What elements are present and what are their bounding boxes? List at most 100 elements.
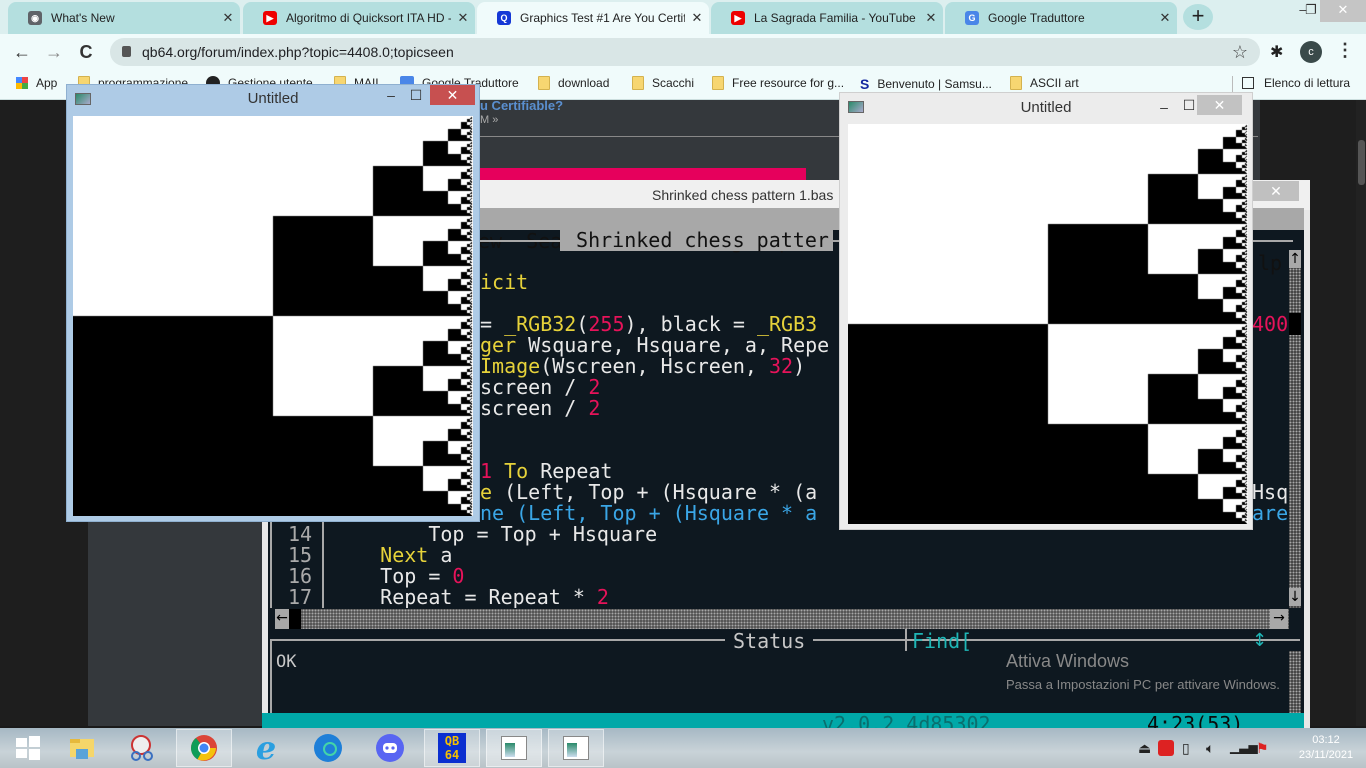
scroll-down-arrow[interactable]: ↓ (1289, 588, 1301, 606)
scroll-right-arrow[interactable]: → (1270, 609, 1288, 629)
code-token: screen / (480, 396, 589, 420)
bookmark-star-icon[interactable]: ☆ (1232, 38, 1248, 66)
qb64-icon: Q (497, 11, 511, 25)
reading-list-icon (1242, 77, 1254, 89)
line-number: 15 (288, 543, 313, 567)
editor-horizontal-scrollbar[interactable] (275, 609, 1289, 629)
maximize-button[interactable]: ☐ (407, 85, 425, 105)
code-fragment-right: Hsq (1252, 480, 1289, 504)
output-window-2: Untitled – ☐ ✕ (839, 92, 1253, 530)
forward-button[interactable]: → (42, 40, 66, 64)
bookmark-item[interactable]: Free resource for g... (712, 76, 844, 90)
taskbar-file-explorer[interactable] (54, 729, 110, 767)
extensions-puzzle-icon[interactable]: ✱ (1270, 42, 1283, 62)
status-left-border (270, 641, 272, 713)
tab-close-icon[interactable]: ✕ (1153, 10, 1177, 26)
tray-usb-icon[interactable]: ⏏ (1138, 740, 1151, 757)
tab-close-icon[interactable]: ✕ (685, 10, 709, 26)
find-history-arrow-icon[interactable]: ↕ (1252, 630, 1267, 651)
status-label: Status (725, 629, 814, 653)
bookmark-label: download (558, 76, 610, 90)
scroll-up-arrow[interactable]: ↑ (1289, 250, 1301, 268)
scissors-icon (131, 735, 153, 761)
forum-breadcrumb[interactable]: M » (480, 114, 498, 126)
tab-title: Google Traduttore (988, 11, 1085, 25)
bookmark-item[interactable]: App (16, 76, 57, 90)
tray-network-signal-icon[interactable]: ▁▃▅ (1230, 740, 1258, 754)
tab-title: Graphics Test #1 Are You Certifia (520, 11, 685, 25)
browser-close-button[interactable]: ✕ (1320, 0, 1366, 22)
minimize-button[interactable]: – (383, 85, 399, 105)
new-tab-button[interactable]: + (1183, 4, 1213, 30)
taskbar-snipping-tool[interactable] (114, 729, 170, 767)
samsung-s-icon: S (860, 76, 870, 92)
tray-volume-icon[interactable]: 🔈︎ (1206, 740, 1214, 757)
start-button[interactable] (0, 729, 56, 767)
reload-button[interactable]: C (74, 40, 98, 64)
qb64-close-button[interactable]: ✕ (1253, 181, 1299, 201)
browser-menu-button[interactable]: ⋮ (1336, 40, 1354, 61)
folder-icon (538, 76, 550, 90)
tab-close-icon[interactable]: ✕ (216, 10, 240, 26)
browser-tab[interactable]: Q Graphics Test #1 Are You Certifia ✕ (477, 2, 709, 34)
bookmark-item[interactable]: Scacchi (632, 76, 694, 90)
taskbar-internet-explorer[interactable]: e (238, 729, 294, 767)
editor-vertical-scrollbar[interactable] (1289, 250, 1301, 608)
find-field[interactable]: Find[ (912, 629, 972, 653)
chess-pattern-canvas (73, 116, 473, 516)
address-bar[interactable]: qb64.org/forum/index.php?topic=4408.0;to… (110, 38, 1260, 66)
code-token: Repeat = Repeat * (332, 585, 597, 608)
code-fragment-right: are (1252, 501, 1289, 525)
taskbar-untitled-window-2[interactable] (548, 729, 604, 767)
code-token: ) (793, 354, 806, 378)
app-window-icon (501, 736, 527, 760)
taskbar-edge[interactable] (300, 729, 356, 767)
apps-grid-icon (16, 77, 28, 89)
bookmark-item[interactable]: S Benvenuto | Samsu... (860, 76, 992, 92)
status-scrollbar[interactable] (1289, 651, 1301, 713)
line-number: 17 (288, 585, 313, 608)
output-window-1: Untitled – ☐ ✕ (66, 84, 480, 522)
line-number: 14 (288, 522, 313, 546)
browser-restore-button-icon[interactable]: ❐ (1302, 0, 1320, 22)
editor-horizontal-scroll-thumb[interactable] (289, 609, 301, 629)
browser-tab[interactable]: G Google Traduttore ✕ (945, 2, 1177, 34)
tray-antivirus-icon[interactable] (1158, 740, 1174, 756)
tab-title: La Sagrada Familia - YouTube (754, 11, 916, 25)
browser-tab[interactable]: ▶ La Sagrada Familia - YouTube ✕ (711, 2, 943, 34)
maximize-button[interactable]: ☐ (1180, 95, 1198, 115)
tab-close-icon[interactable]: ✕ (451, 10, 475, 26)
tab-close-icon[interactable]: ✕ (919, 10, 943, 26)
browser-tab[interactable]: ◉ What's New ✕ (8, 2, 240, 34)
taskbar-discord[interactable] (362, 729, 418, 767)
taskbar-chrome[interactable] (176, 729, 232, 767)
editor-vertical-scroll-thumb[interactable] (1289, 313, 1301, 335)
activation-watermark-title: Attiva Windows (1006, 651, 1130, 671)
close-button[interactable]: ✕ (430, 85, 475, 105)
page-scrollbar-thumb[interactable] (1358, 140, 1365, 185)
bookmark-label: Free resource for g... (732, 76, 845, 90)
youtube-icon: ▶ (263, 11, 277, 25)
reading-list-button[interactable]: Elenco di lettura (1242, 76, 1350, 90)
bookmark-item[interactable]: download (538, 76, 609, 90)
close-button[interactable]: ✕ (1197, 95, 1242, 115)
bookmark-item[interactable]: ASCII art (1010, 76, 1079, 90)
page-scrollbar[interactable] (1356, 100, 1366, 726)
qb64-menu-help[interactable]: lp (1258, 252, 1282, 274)
bookmark-label: App (36, 76, 58, 90)
google-translate-icon: G (965, 11, 979, 25)
browser-tab[interactable]: ▶ Algoritmo di Quicksort ITA HD - ✕ (243, 2, 475, 34)
scroll-left-arrow[interactable]: ← (275, 609, 289, 629)
taskbar-clock[interactable]: 03:12 23/11/2021 (1296, 733, 1356, 763)
reading-list-label: Elenco di lettura (1264, 76, 1351, 90)
tray-battery-icon[interactable]: ▯ (1182, 740, 1190, 757)
code-token: 2 (588, 396, 601, 420)
profile-avatar[interactable]: c (1300, 41, 1322, 63)
taskbar-untitled-window-1[interactable] (486, 729, 542, 767)
minimize-button[interactable]: – (1156, 97, 1172, 117)
forum-topic-title[interactable]: u Certifiable? (480, 98, 563, 113)
taskbar-qb64[interactable]: QB 64 (424, 729, 480, 767)
activation-watermark-subtitle: Passa a Impostazioni PC per attivare Win… (1006, 677, 1280, 692)
back-button[interactable]: ← (10, 40, 34, 64)
tray-action-center-flag-icon[interactable]: ⚑ (1256, 740, 1269, 757)
